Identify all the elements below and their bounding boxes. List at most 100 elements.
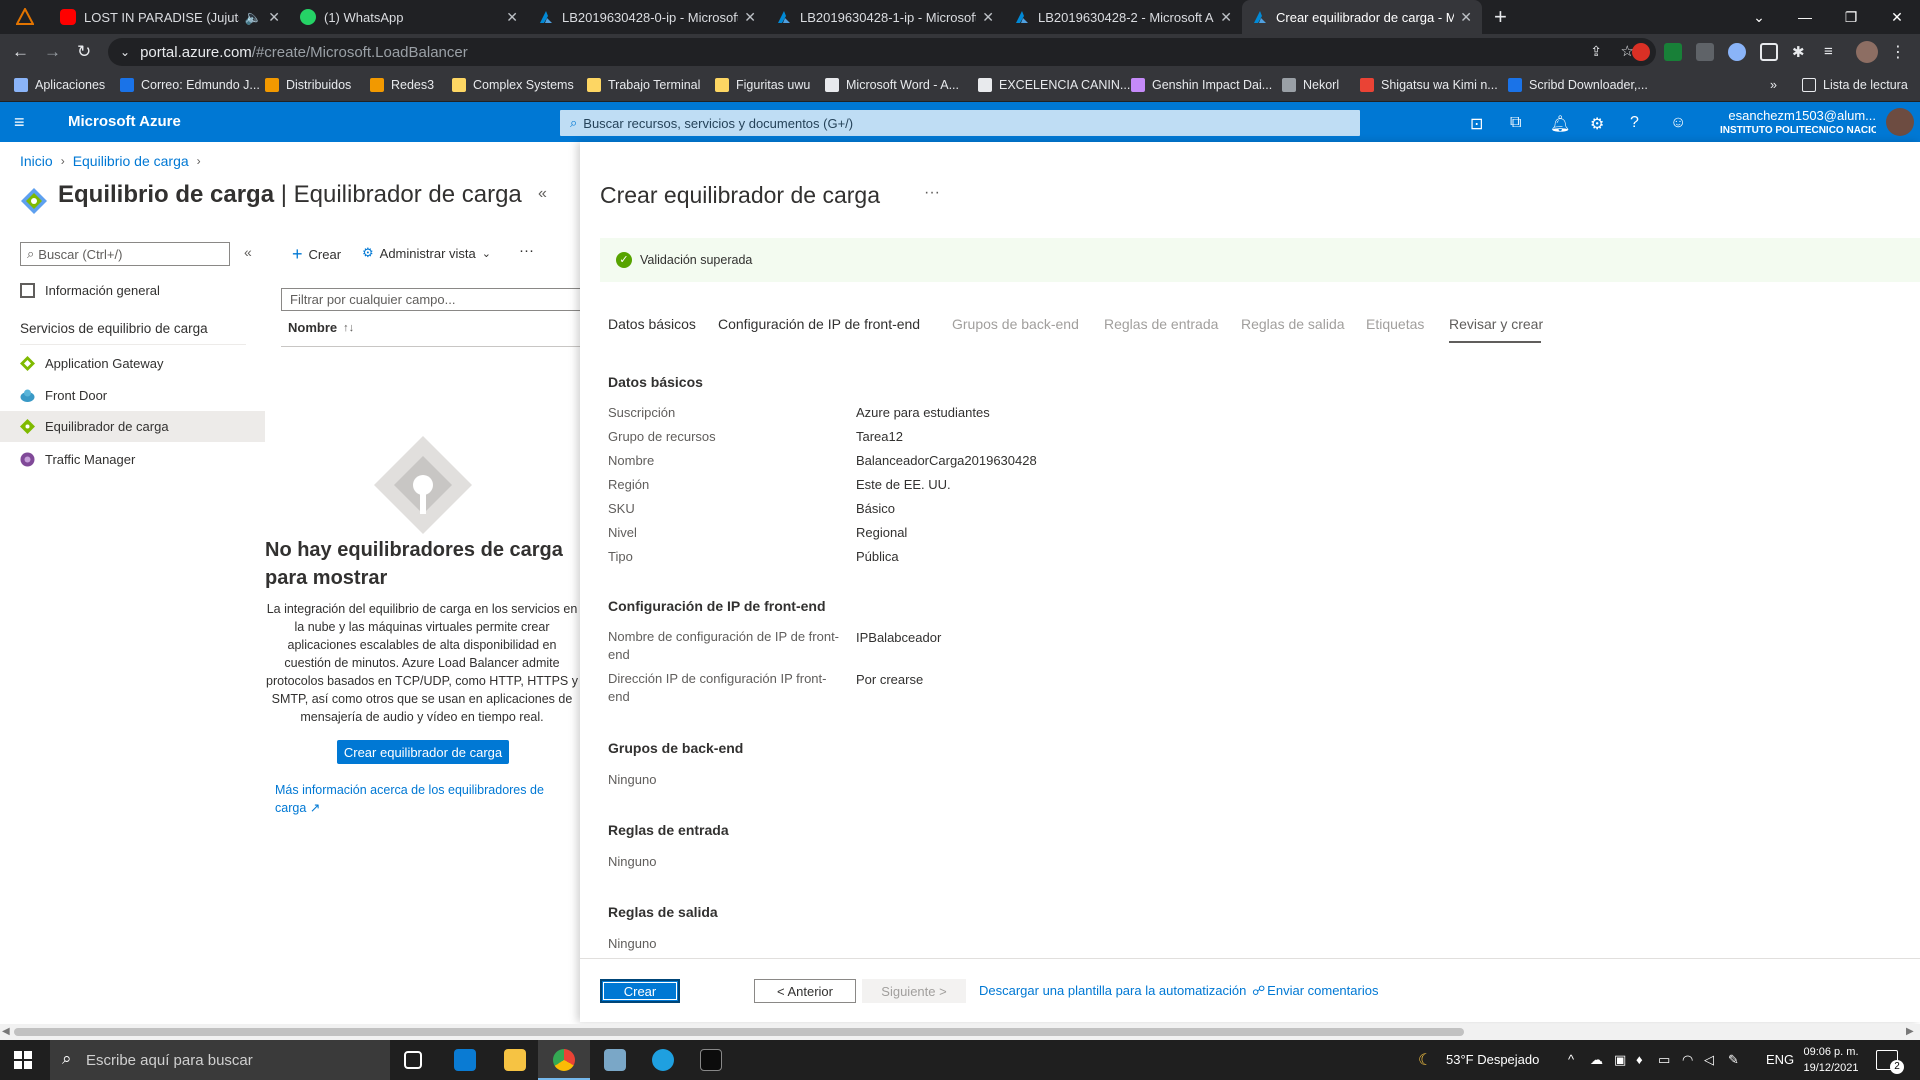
tab-frontend-ip[interactable]: Configuración de IP de front-end xyxy=(718,316,920,332)
collapse-menu-icon[interactable]: « xyxy=(244,244,252,260)
menu-item-overview[interactable]: Información general xyxy=(0,275,265,305)
windows-start-icon[interactable] xyxy=(14,1051,32,1069)
bookmark-item[interactable]: Figuritas uwu xyxy=(715,78,810,92)
back-icon[interactable]: ← xyxy=(12,42,29,62)
tab-active-create-lb[interactable]: Crear equilibrador de carga - Mic ✕ xyxy=(1242,0,1482,34)
tab-lb2[interactable]: LB2019630428-2 - Microsoft Azu ✕ xyxy=(1004,0,1242,34)
extension-window-icon[interactable] xyxy=(1760,43,1778,61)
new-tab-icon[interactable]: + xyxy=(1494,4,1507,30)
directory-filter-icon[interactable]: ⧉ xyxy=(1510,114,1521,132)
close-icon[interactable]: ✕ xyxy=(268,9,280,26)
tab-whatsapp[interactable]: (1) WhatsApp ✕ xyxy=(290,0,528,34)
close-icon[interactable]: ✕ xyxy=(744,9,756,26)
column-header-name[interactable]: Nombre ↑↓ xyxy=(288,320,354,335)
bookmark-item[interactable]: Trabajo Terminal xyxy=(587,78,700,92)
azure-brand[interactable]: Microsoft Azure xyxy=(68,113,181,130)
bookmark-item[interactable]: Genshin Impact Dai... xyxy=(1131,78,1272,92)
close-icon[interactable]: ✕ xyxy=(506,9,518,26)
pen-icon[interactable]: ✎ xyxy=(1728,1052,1739,1068)
create-button[interactable]: Crear xyxy=(600,979,680,1003)
reading-list-button[interactable]: Lista de lectura xyxy=(1802,78,1908,92)
tab-basics[interactable]: Datos básicos xyxy=(608,316,696,332)
puzzle-icon[interactable]: ✱ xyxy=(1792,43,1810,61)
bookmark-item[interactable]: Aplicaciones xyxy=(14,78,105,92)
share-icon[interactable]: ⇪ xyxy=(1590,43,1602,60)
kebab-menu-icon[interactable]: ⋮ xyxy=(1890,42,1908,61)
menu-search-input[interactable]: ⌕ Buscar (Ctrl+/) xyxy=(20,242,230,266)
bookmark-item[interactable]: Scribd Downloader,... xyxy=(1508,78,1648,92)
device-icon[interactable]: ▣ xyxy=(1614,1052,1626,1068)
onedrive-icon[interactable]: ☁ xyxy=(1590,1052,1603,1068)
more-options-icon[interactable]: ··· xyxy=(924,184,940,202)
tab-search-icon[interactable]: ⌄ xyxy=(1736,0,1782,34)
tab-inbound-rules[interactable]: Reglas de entrada xyxy=(1104,316,1218,332)
task-view-icon[interactable] xyxy=(404,1051,422,1069)
menu-item-load-balancer[interactable]: Equilibrador de carga xyxy=(0,411,265,442)
minimize-icon[interactable]: — xyxy=(1782,0,1828,34)
forward-icon[interactable]: → xyxy=(44,42,61,62)
feedback-icon[interactable]: ☺ xyxy=(1670,114,1686,132)
create-load-balancer-button[interactable]: Crear equilibrador de carga xyxy=(337,740,509,764)
bookmark-item[interactable]: Redes3 xyxy=(370,78,434,92)
learn-more-link[interactable]: Más información acerca de los equilibrad… xyxy=(275,781,575,817)
tab-backend-pools[interactable]: Grupos de back-end xyxy=(952,316,1079,332)
microphone-icon[interactable]: ♦ xyxy=(1636,1052,1643,1067)
more-commands-icon[interactable]: ··· xyxy=(519,242,534,259)
clock[interactable]: 09:06 p. m. 19/12/2021 xyxy=(1800,1044,1862,1076)
filter-input[interactable]: Filtrar por cualquier campo... xyxy=(281,288,580,311)
browser-menu-icon[interactable] xyxy=(15,6,35,26)
tab-lb0[interactable]: LB2019630428-0-ip - Microsoft A ✕ xyxy=(528,0,766,34)
wifi-icon[interactable]: ◠ xyxy=(1682,1052,1693,1068)
profile-avatar[interactable] xyxy=(1856,41,1878,63)
volume-icon[interactable]: ◁ xyxy=(1704,1052,1714,1068)
reload-icon[interactable]: ↻ xyxy=(77,42,91,62)
bookmark-item[interactable]: Microsoft Word - A... xyxy=(825,78,959,92)
global-search-input[interactable]: ⌕ Buscar recursos, servicios y documento… xyxy=(560,110,1360,136)
collapse-blade-icon[interactable]: « xyxy=(538,185,547,203)
cloud-shell-icon[interactable]: ⊡ xyxy=(1470,114,1483,134)
taskbar-search-input[interactable]: ⌕ Escribe aquí para buscar xyxy=(50,1040,390,1080)
weather-text[interactable]: 53°F Despejado xyxy=(1446,1052,1539,1067)
extension-sheets-icon[interactable] xyxy=(1664,43,1682,61)
window-close-icon[interactable]: ✕ xyxy=(1874,0,1920,34)
bookmark-item[interactable]: Distribuidos xyxy=(265,78,351,92)
breadcrumb-load-balancing[interactable]: Equilibrio de carga xyxy=(73,153,189,169)
file-explorer-icon[interactable] xyxy=(504,1049,526,1071)
bookmark-item[interactable]: Correo: Edmundo J... xyxy=(120,78,260,92)
extension-zip-icon[interactable] xyxy=(1696,43,1714,61)
manage-view-command[interactable]: ⚙ Administrar vista ⌄ xyxy=(362,245,491,261)
send-feedback-link[interactable]: ☍ Enviar comentarios xyxy=(1252,983,1378,999)
tab-tags[interactable]: Etiquetas xyxy=(1366,316,1424,332)
reading-mode-icon[interactable]: ≡ xyxy=(1824,43,1842,61)
scrollbar-thumb[interactable] xyxy=(14,1028,1464,1036)
account-info[interactable]: esanchezm1503@alum... INSTITUTO POLITECN… xyxy=(1720,108,1876,136)
url-bar[interactable]: ⌄ portal.azure.com/#create/Microsoft.Loa… xyxy=(108,38,1656,66)
bookmark-item[interactable]: EXCELENCIA CANIN... xyxy=(978,78,1130,92)
extension-atom-icon[interactable] xyxy=(1728,43,1746,61)
notepad-icon[interactable] xyxy=(604,1049,626,1071)
scroll-left-icon[interactable]: ◀ xyxy=(2,1026,10,1037)
create-command[interactable]: + Crear xyxy=(292,244,341,265)
bookmarks-overflow-icon[interactable]: » xyxy=(1770,78,1777,92)
next-button[interactable]: Siguiente > xyxy=(862,979,966,1003)
tab-outbound-rules[interactable]: Reglas de salida xyxy=(1241,316,1345,332)
vscode-icon[interactable] xyxy=(454,1049,476,1071)
close-icon[interactable]: ✕ xyxy=(1460,9,1472,26)
bookmark-item[interactable]: Complex Systems xyxy=(452,78,574,92)
breadcrumb-home[interactable]: Inicio xyxy=(20,153,53,169)
menu-item-application-gateway[interactable]: Application Gateway xyxy=(0,348,265,378)
tab-review-create[interactable]: Revisar y crear xyxy=(1449,316,1543,332)
bookmark-item[interactable]: Nekorl xyxy=(1282,78,1339,92)
menu-item-traffic-manager[interactable]: Traffic Manager xyxy=(0,444,265,474)
horizontal-scrollbar[interactable]: ◀ ▶ xyxy=(0,1024,1920,1040)
close-icon[interactable]: ✕ xyxy=(1220,9,1232,26)
edge-icon[interactable] xyxy=(652,1049,674,1071)
tab-lb1[interactable]: LB2019630428-1-ip - Microsoft A ✕ xyxy=(766,0,1004,34)
previous-button[interactable]: < Anterior xyxy=(754,979,856,1003)
chevron-up-icon[interactable]: ^ xyxy=(1568,1052,1574,1067)
speaker-icon[interactable]: 🔈 xyxy=(245,9,262,26)
maximize-icon[interactable]: ❐ xyxy=(1828,0,1874,34)
help-icon[interactable]: ? xyxy=(1630,114,1639,132)
terminal-icon[interactable] xyxy=(700,1049,722,1071)
moon-icon[interactable]: ☾ xyxy=(1418,1050,1432,1070)
